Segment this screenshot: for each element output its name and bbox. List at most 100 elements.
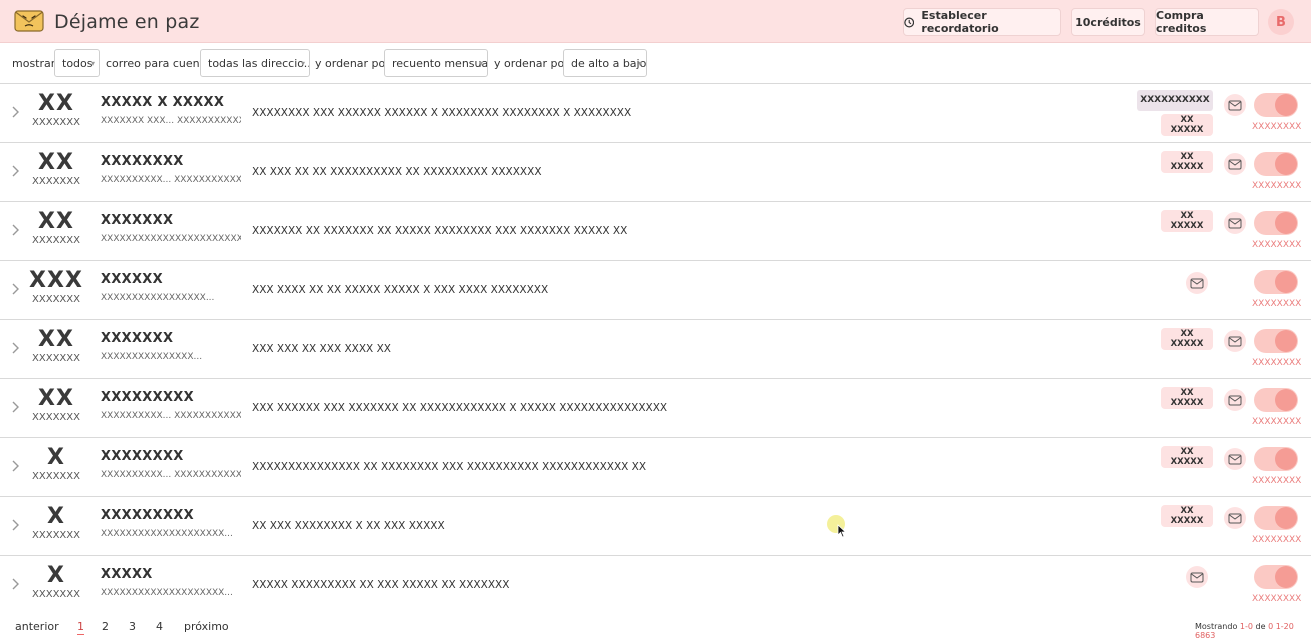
toggle-knob	[1275, 566, 1297, 588]
user-avatar[interactable]: B	[1268, 9, 1294, 35]
unsubscribe-toggle[interactable]	[1254, 211, 1298, 235]
show-select[interactable]: todos ▾	[54, 49, 100, 77]
set-reminder-button[interactable]: Establecer recordatorio	[903, 8, 1061, 36]
list-item[interactable]: XX XXXXXXX XXXXXXXX XXXXXXXXXX... XXXXXX…	[0, 143, 1311, 202]
email-snippet: XXX XXX XX XXX XXXX XX	[252, 343, 391, 355]
toggle-knob	[1275, 507, 1297, 529]
count-badge: XX XXXXX	[1161, 446, 1213, 468]
showing-prefix: Mostrando	[1195, 622, 1238, 631]
account-label: correo para cuenta	[106, 57, 211, 70]
order-label: y ordenar por	[315, 57, 390, 70]
count-code-sub: XXXXXXX	[32, 471, 80, 482]
sender-name: XXXXXX	[101, 272, 163, 287]
count-badge-bottom: XXXXX	[1170, 398, 1204, 408]
toggle-knob	[1275, 94, 1297, 116]
list-item[interactable]: XX XXXXXXX XXXXXXX XXXXXXXXXXXXXXXXXXXXX…	[0, 202, 1311, 261]
page-link-4[interactable]: 4	[156, 620, 163, 633]
list-item[interactable]: XXX XXXXXXX XXXXXX XXXXXXXXXXXXXXXXX... …	[0, 261, 1311, 320]
chevron-right-icon[interactable]	[9, 518, 21, 532]
toggle-label: XXXXXXXX	[1252, 594, 1302, 604]
email-snippet: XXXXXXX XX XXXXXXX XX XXXXX XXXXXXXX XXX…	[252, 225, 628, 237]
list-item[interactable]: XX XXXXXXX XXXXXXXXX XXXXXXXXXX... XXXXX…	[0, 379, 1311, 438]
sender-name: XXXXXXXXX	[101, 508, 194, 523]
open-envelope-icon[interactable]	[1224, 448, 1246, 470]
account-select[interactable]: todas las direccio... ▾	[200, 49, 310, 77]
open-envelope-icon[interactable]	[1224, 507, 1246, 529]
count-code: XX	[38, 327, 74, 352]
toggle-label: XXXXXXXX	[1252, 535, 1302, 545]
count-badge-top: XX	[1180, 211, 1194, 221]
unsubscribe-toggle[interactable]	[1254, 329, 1298, 353]
sender-address: XXXXXXXXXXXXXXX...	[101, 352, 203, 362]
count-code-sub: XXXXXXX	[32, 294, 80, 305]
email-snippet: XXXXXXXXXXXXXXX XX XXXXXXXX XXX XXXXXXXX…	[252, 461, 647, 473]
open-envelope-icon[interactable]	[1186, 272, 1208, 294]
count-code: XX	[38, 209, 74, 234]
page-link-2[interactable]: 2	[102, 620, 109, 633]
select-caret-icon: ▾	[300, 59, 305, 68]
toggle-knob	[1275, 153, 1297, 175]
prev-page-link[interactable]: anterior	[15, 620, 59, 633]
unsubscribe-toggle[interactable]	[1254, 152, 1298, 176]
unsubscribe-toggle[interactable]	[1254, 565, 1298, 589]
page-link-3[interactable]: 3	[129, 620, 136, 633]
unsubscribe-toggle[interactable]	[1254, 270, 1298, 294]
credits-button[interactable]: 10créditos	[1071, 8, 1145, 36]
unsubscribe-toggle[interactable]	[1254, 506, 1298, 530]
sender-name: XXXXXXXX	[101, 449, 184, 464]
chevron-right-icon[interactable]	[9, 282, 21, 296]
chevron-right-icon[interactable]	[9, 164, 21, 178]
count-badge-top: XX	[1180, 506, 1194, 516]
select-caret-icon: ▾	[478, 59, 483, 68]
list-item[interactable]: X XXXXXXX XXXXX XXXXXXXXXXXXXXXXXXXX... …	[0, 556, 1311, 615]
page-link-1[interactable]: 1	[77, 620, 84, 635]
order2-select[interactable]: de alto a bajo ▾	[563, 49, 647, 77]
open-envelope-icon[interactable]	[1224, 389, 1246, 411]
chevron-right-icon[interactable]	[9, 105, 21, 119]
count-badge-bottom: XXXXX	[1170, 339, 1204, 349]
show-label: mostrar	[12, 57, 56, 70]
chevron-right-icon[interactable]	[9, 577, 21, 591]
buy-credits-button[interactable]: Compra creditos	[1155, 8, 1259, 36]
toggle-knob	[1275, 271, 1297, 293]
open-envelope-icon[interactable]	[1224, 94, 1246, 116]
envelope-face-icon	[14, 10, 44, 32]
count-badge-bottom: XXXXX	[1170, 162, 1204, 172]
list-item[interactable]: X XXXXXXX XXXXXXXXX XXXXXXXXXXXXXXXXXXXX…	[0, 497, 1311, 556]
order2-select-value: de alto a bajo	[571, 56, 647, 70]
category-tag: XXXXXXXXXX	[1137, 90, 1213, 111]
sender-address: XXXXXXXXXX... XXXXXXXXXXX...	[101, 411, 241, 421]
account-select-value: todas las direccio...	[208, 56, 310, 70]
unsubscribe-toggle[interactable]	[1254, 388, 1298, 412]
chevron-right-icon[interactable]	[9, 223, 21, 237]
unsubscribe-toggle[interactable]	[1254, 447, 1298, 471]
count-code: XX	[38, 91, 74, 116]
list-item[interactable]: X XXXXXXX XXXXXXXX XXXXXXXXXX... XXXXXXX…	[0, 438, 1311, 497]
email-snippet: XX XXX XXXXXXXX X XX XXX XXXXX	[252, 520, 445, 532]
sender-address: XXXXXXX XXX... XXXXXXXXXXX...	[101, 116, 241, 126]
open-envelope-icon[interactable]	[1224, 330, 1246, 352]
email-snippet: XX XXX XX XX XXXXXXXXXX XX XXXXXXXXX XXX…	[252, 166, 542, 178]
chevron-right-icon[interactable]	[9, 459, 21, 473]
next-page-link[interactable]: próximo	[184, 620, 229, 633]
chevron-right-icon[interactable]	[9, 400, 21, 414]
order-select[interactable]: recuento mensual ▾	[384, 49, 488, 77]
count-badge: XX XXXXX	[1161, 114, 1213, 136]
list-item[interactable]: XX XXXXXXX XXXXX X XXXXX XXXXXXX XXX... …	[0, 84, 1311, 143]
set-reminder-label: Establecer recordatorio	[921, 9, 999, 35]
count-badge-bottom: XXXXX	[1170, 221, 1204, 231]
open-envelope-icon[interactable]	[1186, 566, 1208, 588]
sender-address: XXXXXXXXXX... XXXXXXXXXXX...	[101, 175, 241, 185]
sender-name: XXXXXXXX	[101, 154, 184, 169]
list-item[interactable]: XX XXXXXXX XXXXXXX XXXXXXXXXXXXXXX... XX…	[0, 320, 1311, 379]
sender-name: XXXXXXX	[101, 213, 174, 228]
clock-icon	[904, 17, 915, 27]
open-envelope-icon[interactable]	[1224, 153, 1246, 175]
mouse-cursor-icon	[837, 524, 847, 538]
count-badge-top: XX	[1180, 329, 1194, 339]
sender-address: XXXXXXXXXX... XXXXXXXXXXX...	[101, 470, 241, 480]
open-envelope-icon[interactable]	[1224, 212, 1246, 234]
chevron-right-icon[interactable]	[9, 341, 21, 355]
email-snippet: XXXXXXXX XXX XXXXXX XXXXXX X XXXXXXXX XX…	[252, 107, 632, 119]
unsubscribe-toggle[interactable]	[1254, 93, 1298, 117]
